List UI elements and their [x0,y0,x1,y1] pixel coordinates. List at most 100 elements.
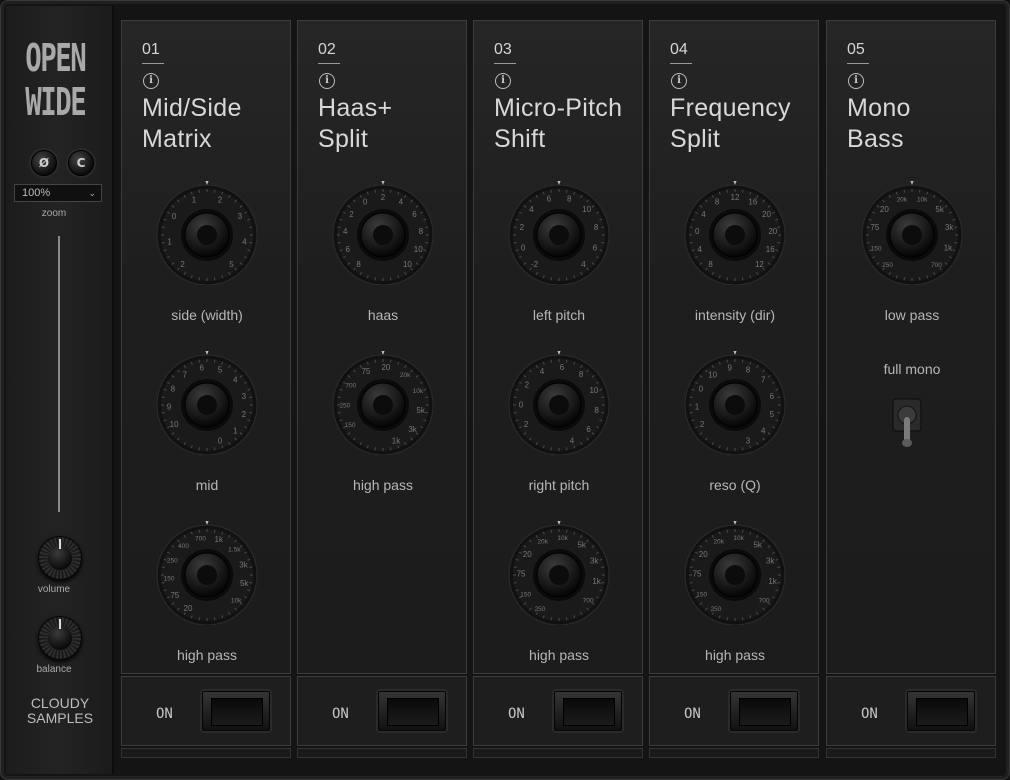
full-mono-toggle[interactable] [885,393,929,453]
knob-center [725,565,745,585]
knob-high-pass[interactable]: 150 250 700 75 20 20k 10k 5k 3k 1k [331,350,435,456]
knob-tick [213,529,216,533]
knob-scale-label: 10 [582,205,591,214]
knob-label: high pass [177,647,237,663]
module-title-line2: Matrix [142,125,212,153]
on-rocker-switch[interactable] [907,691,975,731]
logo: OPEN WIDE [25,36,87,124]
knob-scale-label: 5 [229,260,234,269]
knob-scale-label: 7 [182,370,187,379]
knob-tick [513,396,517,399]
knob-center [549,225,569,245]
knob-scale-label: 3 [746,437,751,446]
knob-high-pass[interactable]: 250 150 75 20 20k 10k 5k 3k 1k 700 [507,520,611,626]
knob-center [902,225,922,245]
knob-center [549,395,569,415]
knob-scale-label: 10 [170,420,179,429]
module-title-line2: Split [318,125,369,153]
knob-tick [689,566,693,569]
knob-scale-label: 10k [733,535,744,542]
knob-label: reso (Q) [709,477,761,493]
knob-scale-label: 2 [525,381,530,390]
knob-scale-label: 8 [419,227,424,236]
knob-scale-label: 8 [746,365,751,374]
knob-scale-label: 5k [577,541,586,550]
knob-scale-label: 1.5k [228,547,241,554]
top-marker [557,520,561,525]
knob-tick [161,226,165,229]
knob-high-pass[interactable]: 250 150 75 20 20k 10k 5k 3k 1k 700 [683,520,787,626]
knob-scale-label: 700 [759,597,770,604]
knob-low-pass[interactable]: 250 150 75 20 20k 10k 5k 3k 1k 700 [860,180,964,286]
knob-tick [513,226,517,229]
volume-knob[interactable] [38,536,82,580]
knob-scale-label: 4 [233,376,238,385]
knob-scale-label: 5k [753,541,762,550]
on-rocker-switch[interactable] [202,691,270,731]
knob-tick [565,189,568,193]
knob-label: right pitch [528,477,590,493]
knob-tick [954,241,958,244]
knob-reso-q[interactable]: 2 1 0 10 9 8 7 6 5 4 3 [683,350,787,456]
knob-scale-label: 150 [164,576,175,583]
knob-scale-label: 4 [242,238,247,247]
info-icon[interactable]: i [143,73,159,89]
c-button[interactable]: C [68,150,94,176]
toggle-label: full mono [883,361,941,377]
knob-label: mid [195,477,219,493]
on-rocker-switch[interactable] [554,691,622,731]
knob-tick [513,411,517,414]
on-rocker-switch[interactable] [378,691,446,731]
knob-label: left pitch [532,307,586,323]
knob-center [725,395,745,415]
knob-tick [601,241,605,244]
knob-scale-label: 150 [696,591,707,598]
knob-left-pitch[interactable]: -2 0 2 4 6 8 10 8 6 4 [507,180,611,286]
top-marker [381,350,385,355]
knob-scale-label: 3k [239,561,248,570]
knob-scale-label: 4 [343,227,348,236]
knob-scale-label: 5k [935,205,944,214]
knob-haas[interactable]: 8 6 4 2 0 2 4 6 8 10 10 [331,180,435,286]
knob-scale-label: 1k [944,243,953,252]
knob-right-pitch[interactable]: 2 0 2 4 6 8 10 8 6 4 [507,350,611,456]
knob-scale-label: 1 [233,426,238,435]
knob-tick [249,566,253,569]
info-icon[interactable]: i [848,73,864,89]
knob-side-width[interactable]: 2 1 0 1 2 3 4 5 [155,180,259,286]
info-icon[interactable]: i [319,73,335,89]
knob-scale-label: 75 [361,367,370,376]
zoom-value: 100% [22,187,51,199]
knob-scale-label: 3k [945,223,954,232]
knob-scale-label: 75 [870,223,879,232]
knob-label: haas [367,307,399,323]
on-rocker-switch[interactable] [730,691,798,731]
knob-mid[interactable]: 10 9 8 7 6 5 4 3 2 1 0 [155,350,259,456]
on-label: ON [684,706,701,722]
knob-graphic: 86420 2 4681010 [332,180,434,286]
knob-scale-label: 0 [519,400,524,409]
knob-intensity-dir[interactable]: 8 4 0 4 8 12 16 20 20 16 12 [683,180,787,286]
module-footer-03: ON [473,676,643,746]
module-title: Frequency Split [670,93,820,155]
module-title-line2: Shift [494,125,546,153]
info-icon[interactable]: i [495,73,511,89]
info-icon[interactable]: i [671,73,687,89]
knob-tick [726,189,729,193]
knob-tick [374,447,377,451]
module-panel-02: 02 i Haas+ Split 8 6 4 2 0 2 4 6 8 10 10 haas 150 250 700 7… [297,20,467,674]
module-panel-01: 01 i Mid/Side Matrix 2 1 0 1 2 3 4 5 side (width) 10 9… [121,20,291,674]
knob-high-pass[interactable]: 20 75 150 250 400 700 1k 1.5k 3k 5k 10k [155,520,259,626]
knob-graphic: 109876 543210 [156,350,258,456]
zoom-select[interactable]: 100% ⌄ [14,184,102,202]
knob-scale-label: 10 [589,386,598,395]
knob-scale-label: 400 [178,543,189,550]
knob-tick [777,411,781,414]
knob-tick [550,447,553,451]
balance-knob[interactable] [38,616,82,660]
phase-invert-button[interactable]: Ø [31,150,57,176]
knob-tick [425,411,429,414]
knob-tick [903,277,906,281]
knob-tick [249,396,253,399]
knob-tick [726,529,729,533]
